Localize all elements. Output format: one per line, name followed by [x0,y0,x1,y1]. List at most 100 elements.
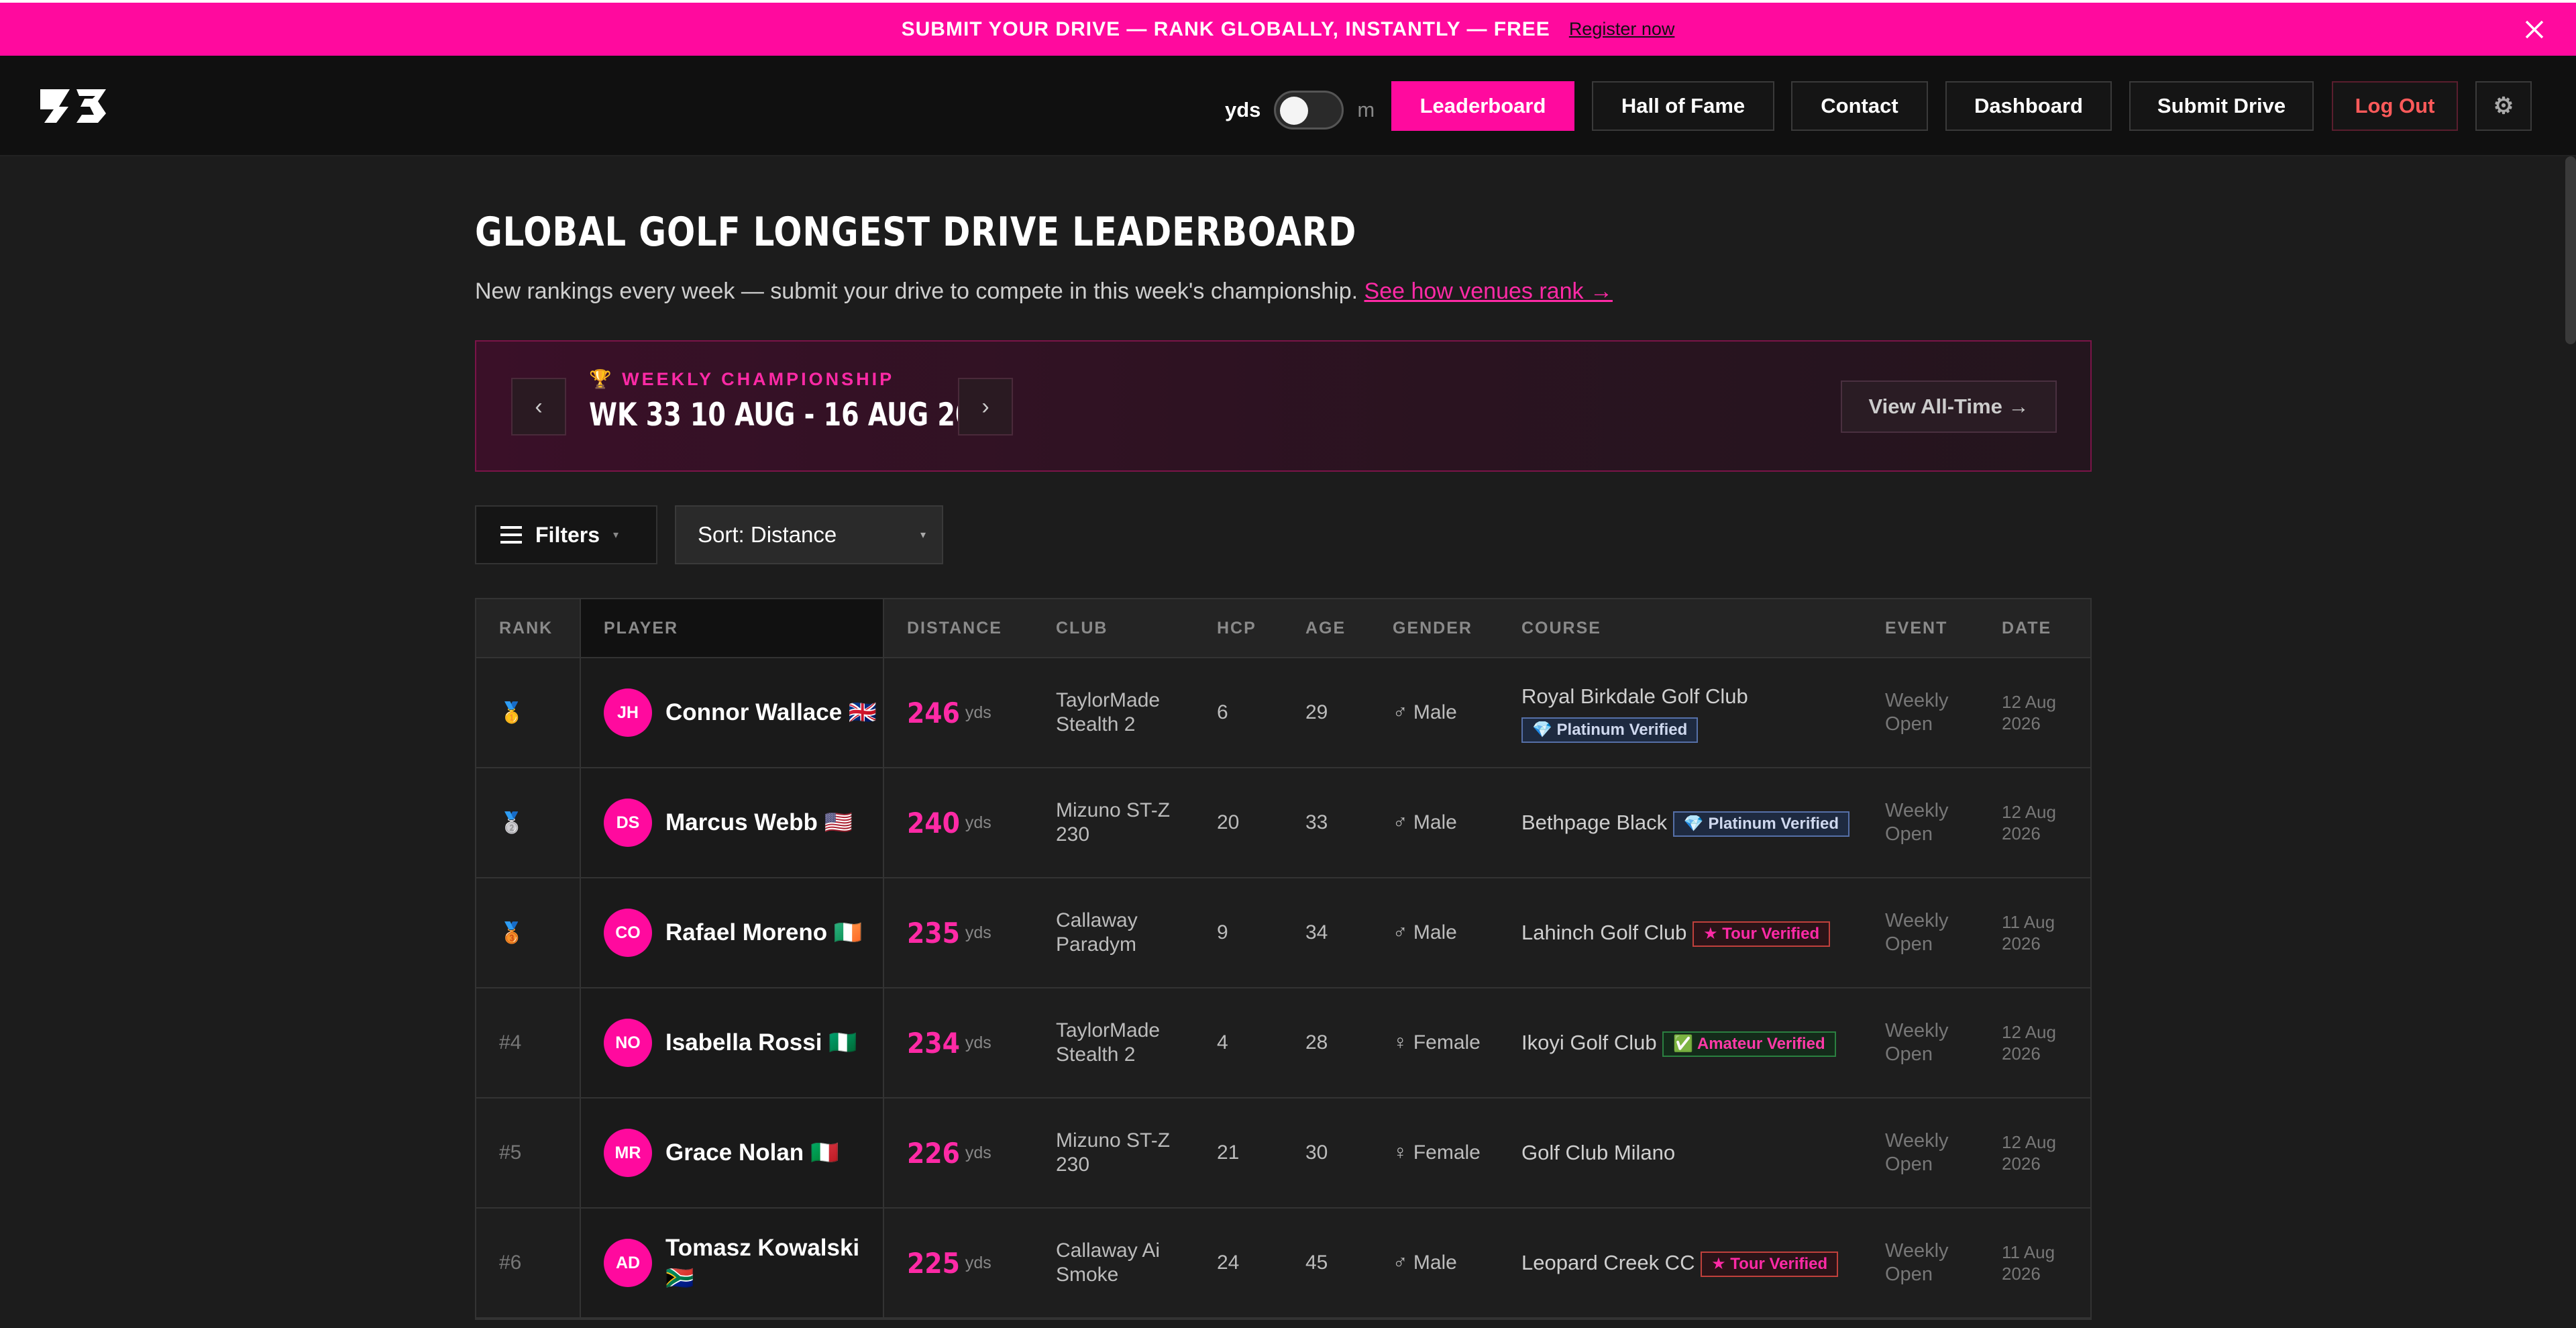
promo-banner: SUBMIT YOUR DRIVE — RANK GLOBALLY, INSTA… [0,0,2576,56]
distance-unit: yds [965,1143,991,1162]
player-name[interactable]: Marcus Webb 🇺🇸 [665,807,853,838]
gender-value: ♂ Male [1393,921,1457,943]
settings-gear-icon[interactable]: ⚙ [2475,81,2532,131]
course-cell: Royal Birkdale Golf Club 💎 Platinum Veri… [1499,658,1862,767]
table-row[interactable]: 🥇 JH Connor Wallace 🇬🇧 246 yds TaylorMad… [476,658,2090,768]
close-icon[interactable] [2521,16,2548,43]
header-age[interactable]: AGE [1283,599,1370,657]
distance-value: 225 [907,1246,960,1280]
event-value: Weekly Open [1885,910,1949,955]
table-row[interactable]: 🥉 CO Rafael Moreno 🇮🇪 235 yds Callaway P… [476,878,2090,988]
page-scrollbar[interactable] [2565,156,2576,344]
player-name[interactable]: Grace Nolan 🇮🇹 [665,1137,839,1168]
avatar[interactable]: CO [604,909,652,957]
distance-cell: 234 yds [884,988,1033,1097]
flag-icon: 🇳🇬 [828,1030,857,1056]
next-week-button[interactable]: › [958,378,1013,436]
nav-hall-of-fame-button[interactable]: Hall of Fame [1592,81,1774,131]
club-cell: Callaway Paradym [1033,878,1194,987]
view-all-time-button[interactable]: View All-Time → [1841,380,2057,433]
player-cell: AD Tomasz Kowalski 🇿🇦 [581,1209,884,1317]
nav-dashboard-button[interactable]: Dashboard [1945,81,2112,131]
club-value: TaylorMade Stealth 2 [1056,689,1161,735]
distance-unit: yds [965,813,991,832]
club-cell: Mizuno ST-Z 230 [1033,768,1194,877]
avatar[interactable]: DS [604,799,652,847]
verification-badge: 💎 Platinum Verified [1521,717,1699,743]
date-value: 11 Aug 2026 [2002,911,2055,954]
register-link[interactable]: Register now [1569,19,1675,40]
venues-rank-link[interactable]: See how venues rank → [1364,278,1613,304]
gender-cell: ♂ Male [1370,658,1499,767]
logo-icon[interactable] [39,87,109,125]
top-nav: yds m Leaderboard Hall of Fame Contact D… [0,56,2576,156]
header-course[interactable]: COURSE [1499,599,1862,657]
age-cell: 28 [1283,988,1370,1097]
unit-toggle[interactable] [1274,91,1344,130]
toggle-knob [1280,97,1309,125]
rank-cell: 🥉 [476,878,581,987]
player-name[interactable]: Tomasz Kowalski 🇿🇦 [665,1233,883,1294]
nav-logout-button[interactable]: Log Out [2332,81,2458,131]
avatar[interactable]: MR [604,1129,652,1177]
course-cell: Leopard Creek CC ★ Tour Verified [1499,1209,1862,1317]
distance-unit: yds [965,703,991,722]
unit-switch: yds m [1225,91,1375,130]
gender-value: ♂ Male [1393,811,1457,833]
player-name[interactable]: Isabella Rossi 🇳🇬 [665,1027,857,1058]
filters-label: Filters [535,522,600,547]
age-value: 29 [1305,701,1328,723]
player-cell: DS Marcus Webb 🇺🇸 [581,768,884,877]
header-distance[interactable]: DISTANCE [884,599,1033,657]
sort-select[interactable]: Sort: Distance ▾ [675,505,943,564]
avatar[interactable]: NO [604,1019,652,1067]
rank-value: #5 [499,1141,522,1164]
date-value: 12 Aug 2026 [2002,1131,2056,1174]
age-value: 28 [1305,1031,1328,1054]
course-name: Leopard Creek CC [1521,1250,1695,1274]
avatar[interactable]: AD [604,1239,652,1287]
header-rank[interactable]: RANK [476,599,581,657]
verification-badge: ★ Tour Verified [1693,921,1831,947]
course-cell: Golf Club Milano [1499,1099,1862,1207]
gender-cell: ♂ Male [1370,1209,1499,1317]
age-value: 34 [1305,921,1328,943]
player-name[interactable]: Connor Wallace 🇬🇧 [665,697,877,728]
nav-contact-button[interactable]: Contact [1791,81,1928,131]
player-name-text: Rafael Moreno [665,919,828,946]
player-name[interactable]: Rafael Moreno 🇮🇪 [665,917,862,948]
gender-value: ♂ Male [1393,1252,1457,1274]
distance-unit: yds [965,923,991,942]
unit-m-label: m [1357,98,1375,121]
sort-label: Sort: Distance [698,522,837,547]
header-hcp[interactable]: HCP [1194,599,1283,657]
hcp-cell: 6 [1194,658,1283,767]
header-event[interactable]: EVENT [1862,599,1979,657]
table-row[interactable]: #4 NO Isabella Rossi 🇳🇬 234 yds TaylorMa… [476,988,2090,1099]
player-name-text: Isabella Rossi [665,1029,822,1056]
club-value: Mizuno ST-Z 230 [1056,1129,1171,1176]
date-value: 12 Aug 2026 [2002,1021,2056,1064]
player-cell: MR Grace Nolan 🇮🇹 [581,1099,884,1207]
course-name: Golf Club Milano [1521,1140,1676,1164]
age-cell: 33 [1283,768,1370,877]
hcp-value: 4 [1217,1031,1228,1054]
header-club[interactable]: CLUB [1033,599,1194,657]
hcp-value: 20 [1217,811,1240,833]
club-cell: TaylorMade Stealth 2 [1033,988,1194,1097]
course-info: Bethpage Black 💎 Platinum Verified [1521,807,1850,839]
avatar[interactable]: JH [604,688,652,737]
table-row[interactable]: #6 AD Tomasz Kowalski 🇿🇦 225 yds Callawa… [476,1209,2090,1319]
table-row[interactable]: #5 MR Grace Nolan 🇮🇹 226 yds Mizuno ST-Z… [476,1099,2090,1209]
age-value: 33 [1305,811,1328,833]
header-player[interactable]: PLAYER [581,599,884,657]
flag-icon: 🇮🇪 [833,920,863,946]
table-row[interactable]: 🥈 DS Marcus Webb 🇺🇸 240 yds Mizuno ST-Z … [476,768,2090,878]
filters-button[interactable]: Filters ▾ [475,505,657,564]
prev-week-button[interactable]: ‹ [511,378,566,436]
nav-leaderboard-button[interactable]: Leaderboard [1391,81,1574,131]
header-gender[interactable]: GENDER [1370,599,1499,657]
nav-submit-drive-button[interactable]: Submit Drive [2129,81,2314,131]
gender-cell: ♀ Female [1370,988,1499,1097]
header-date[interactable]: DATE [1979,599,2086,657]
